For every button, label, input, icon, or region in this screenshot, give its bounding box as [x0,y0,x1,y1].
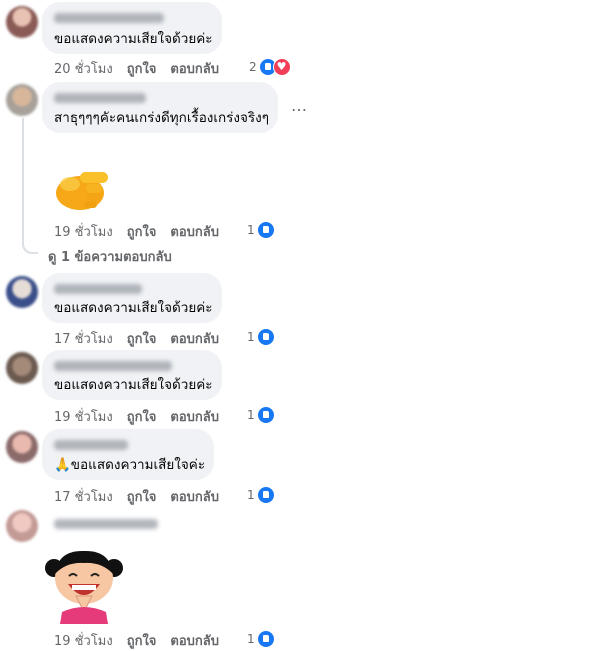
comment-text: 🙏ขอแสดงความเสียใจค่ะ [54,457,206,473]
comment-meta: 17 ชั่วโมง ถูกใจ ตอบกลับ [54,328,233,349]
avatar[interactable] [6,6,38,38]
author-name[interactable] [54,440,128,450]
comment-text: ขอแสดงความเสียใจด้วยค่ะ [54,377,213,393]
timestamp[interactable]: 19 ชั่วโมง [54,410,113,425]
avatar[interactable] [6,431,38,463]
like-icon [256,486,275,504]
author-name[interactable] [54,93,146,103]
comment-bubble: ขอแสดงความเสียใจด้วยค่ะ [42,273,222,323]
author-name[interactable] [54,284,142,294]
timestamp[interactable]: 17 ชั่วโมง [54,490,113,505]
praying-girl-sticker [42,546,126,624]
avatar[interactable] [6,84,38,116]
comment-meta: 19 ชั่วโมง ถูกใจ ตอบกลับ [54,221,233,242]
comment-text: ขอแสดงความเสียใจด้วยค่ะ [54,300,213,316]
reaction-summary[interactable]: 1 [247,630,275,648]
reaction-summary[interactable]: 1 [247,328,275,346]
reply-button[interactable]: ตอบกลับ [170,225,219,240]
avatar[interactable] [6,510,38,542]
reply-button[interactable]: ตอบกลับ [170,332,219,347]
reaction-summary[interactable]: 2 [249,58,291,76]
like-icon [256,406,275,424]
reaction-count: 1 [247,223,255,237]
reply-button[interactable]: ตอบกลับ [170,62,219,77]
like-button[interactable]: ถูกใจ [127,332,157,347]
like-icon [256,630,275,648]
reaction-count: 2 [249,60,257,74]
love-icon [272,58,291,76]
like-button[interactable]: ถูกใจ [127,410,157,425]
like-button[interactable]: ถูกใจ [127,225,157,240]
reaction-summary[interactable]: 1 [247,221,275,239]
comment-meta: 19 ชั่วโมง ถูกใจ ตอบกลับ [54,406,233,427]
timestamp[interactable]: 19 ชั่วโมง [54,634,113,649]
comment-text: สาธุๆๆๆคัะคนเกร่งดีทุกเรื้องเกร่งจริงๆ [54,110,270,126]
avatar[interactable] [6,352,38,384]
timestamp[interactable]: 17 ชั่วโมง [54,332,113,347]
reply-button[interactable]: ตอบกลับ [170,634,219,649]
like-button[interactable]: ถูกใจ [127,490,157,505]
thumbs-hand-sticker [50,160,114,212]
reply-button[interactable]: ตอบกลับ [170,410,219,425]
comment-bubble: ขอแสดงความเสียใจด้วยค่ะ [42,350,222,400]
like-icon [256,221,275,239]
timestamp[interactable]: 20 ชั่วโมง [54,62,113,77]
comment-bubble: 🙏ขอแสดงความเสียใจค่ะ [42,429,214,480]
reaction-count: 1 [247,330,255,344]
reaction-count: 1 [247,632,255,646]
reaction-count: 1 [247,488,255,502]
comment-bubble: ขอแสดงความเสียใจด้วยค่ะ [42,2,222,54]
view-replies-link[interactable]: ดู 1 ข้อความตอบกลับ [48,246,172,267]
comment-bubble: สาธุๆๆๆคัะคนเกร่งดีทุกเรื้องเกร่งจริงๆ [42,82,278,133]
like-icon [256,328,275,346]
reaction-count: 1 [247,408,255,422]
reaction-summary[interactable]: 1 [247,406,275,424]
reply-thread-line [22,118,38,254]
like-button[interactable]: ถูกใจ [127,634,157,649]
more-options-icon[interactable]: … [291,96,307,115]
avatar[interactable] [6,276,38,308]
author-name[interactable] [54,361,172,371]
author-name[interactable] [54,519,158,529]
comment-meta: 17 ชั่วโมง ถูกใจ ตอบกลับ [54,486,233,507]
comment-text: ขอแสดงความเสียใจด้วยค่ะ [54,31,213,47]
reaction-summary[interactable]: 1 [247,486,275,504]
reply-button[interactable]: ตอบกลับ [170,490,219,505]
timestamp[interactable]: 19 ชั่วโมง [54,225,113,240]
comment-meta: 20 ชั่วโมง ถูกใจ ตอบกลับ [54,58,233,79]
like-button[interactable]: ถูกใจ [127,62,157,77]
author-name[interactable] [54,13,164,23]
